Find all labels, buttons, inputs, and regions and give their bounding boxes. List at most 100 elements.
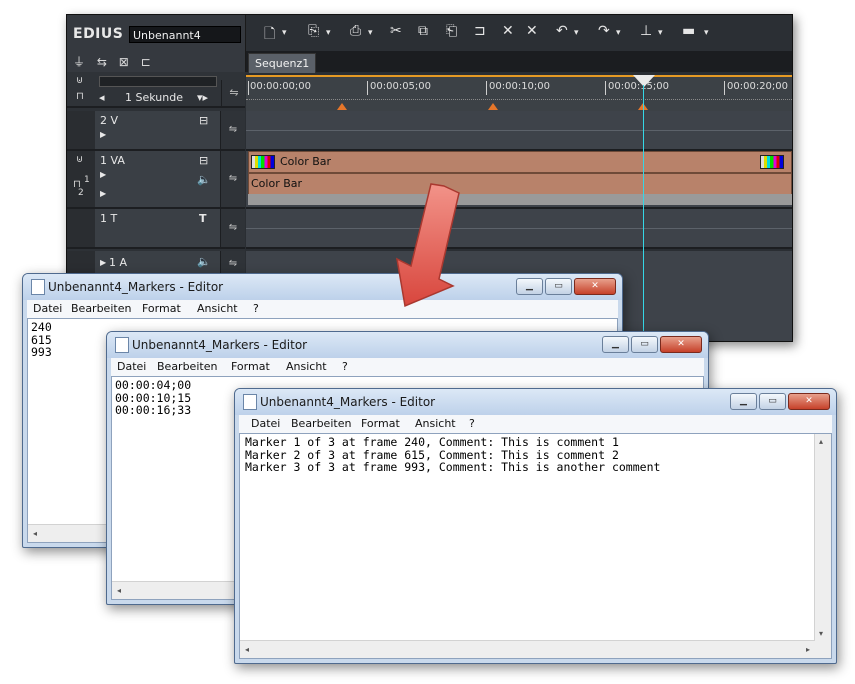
minimize-icon[interactable]: ▁	[730, 393, 757, 410]
chevron-down-icon[interactable]: ▾	[704, 28, 709, 38]
project-name-field[interactable]: Unbenannt4	[129, 26, 241, 43]
chevron-down-icon[interactable]: ▾	[326, 28, 331, 38]
tab-sequence[interactable]: Sequenz1	[248, 53, 317, 73]
file-content[interactable]: Marker 1 of 3 at frame 240, Comment: Thi…	[245, 436, 660, 474]
chevron-down-icon[interactable]: ▾	[658, 28, 663, 38]
chevron-down-icon[interactable]: ▾	[574, 28, 579, 38]
link-icon[interactable]: ⊓	[76, 91, 84, 102]
menu-help[interactable]: ?	[469, 417, 475, 430]
marker-icon-1[interactable]	[337, 103, 347, 110]
maximize-icon[interactable]: ▭	[545, 278, 572, 295]
scroll-left-icon[interactable]: ◂	[117, 586, 121, 595]
patch-icon[interactable]: ⇋	[220, 111, 245, 149]
file-content[interactable]: 00:00:04;00 00:00:10;15 00:00:16;33	[115, 379, 191, 417]
track-head-1va[interactable]: ⊍ ⊓ 1 2 1 VA ▶ ▶ ⊟ 🔈 ⇋	[67, 151, 245, 209]
scroll-left-icon[interactable]: ◂	[33, 529, 37, 538]
marker-icon-2[interactable]	[488, 103, 498, 110]
menu-datei[interactable]: Datei	[251, 417, 280, 430]
menu-bearbeiten[interactable]: Bearbeiten	[157, 360, 217, 373]
menu-help[interactable]: ?	[342, 360, 348, 373]
expand-icon[interactable]: ▶	[100, 189, 106, 198]
speaker-icon[interactable]: 🔈	[197, 255, 211, 268]
cut-icon[interactable]: ✂	[390, 23, 402, 39]
menu-format[interactable]: Format	[142, 302, 181, 315]
paste-icon[interactable]: ⎗	[446, 23, 457, 39]
text-area[interactable]: Marker 1 of 3 at frame 240, Comment: Thi…	[239, 433, 832, 659]
video-icon[interactable]: ⊟	[199, 114, 208, 127]
file-content[interactable]: 240 615 993	[31, 321, 52, 359]
snap-icon[interactable]: ⇋	[221, 80, 246, 106]
open-icon[interactable]: ⎘	[308, 23, 319, 39]
copy-icon[interactable]: ⧉	[418, 23, 428, 39]
mixer-icon[interactable]: ⊠	[119, 55, 129, 69]
sync-icon[interactable]: ⊏	[141, 55, 151, 69]
patch-icon[interactable]: ⇋	[220, 151, 245, 207]
close-icon[interactable]: ✕	[788, 393, 830, 410]
close-icon[interactable]: ✕	[574, 278, 616, 295]
track-lane-1va[interactable]: Color Bar Color Bar	[246, 151, 792, 209]
lock-icon[interactable]: ⊍	[76, 154, 83, 165]
scroll-right-icon[interactable]: ▸	[806, 645, 810, 654]
menu-ansicht[interactable]: Ansicht	[197, 302, 238, 315]
video-icon[interactable]: ⊟	[199, 154, 208, 167]
marker-icon[interactable]: ⊥	[640, 23, 652, 39]
zoom-dropdown-icon[interactable]: ▾▸	[197, 91, 208, 104]
close-icon[interactable]: ✕	[660, 336, 702, 353]
audio-clip[interactable]: Color Bar	[248, 173, 792, 195]
menu-datei[interactable]: Datei	[33, 302, 62, 315]
minimize-icon[interactable]: ▁	[516, 278, 543, 295]
expand-icon[interactable]: ▶	[100, 170, 106, 179]
zoom-left-icon[interactable]: ◂	[99, 91, 105, 104]
title-bar[interactable]: Unbenannt4_Markers - Editor ▁ ▭ ✕	[107, 332, 708, 358]
vertical-scrollbar[interactable]: ▴ ▾	[814, 434, 831, 641]
expand-icon[interactable]: ▶	[100, 130, 106, 139]
scroll-left-icon[interactable]: ◂	[245, 645, 249, 654]
track-lane-2v[interactable]	[246, 111, 792, 151]
zoom-label: 1 Sekunde	[125, 91, 183, 104]
track-head-1t[interactable]: 1 T T ⇋	[67, 209, 245, 249]
menu-format[interactable]: Format	[231, 360, 270, 373]
timeline-ruler[interactable]: 00:00:00;00 00:00:05;00 00:00:10;00 00:0…	[246, 75, 792, 111]
playhead-handle[interactable]	[633, 75, 655, 87]
minimize-icon[interactable]: ▁	[602, 336, 629, 353]
chevron-down-icon[interactable]: ▾	[282, 28, 287, 38]
title-bar[interactable]: Unbenannt4_Markers - Editor ▁ ▭ ✕	[23, 274, 622, 300]
maximize-icon[interactable]: ▭	[631, 336, 658, 353]
title-bar[interactable]: Unbenannt4_Markers - Editor ▁ ▭ ✕	[235, 389, 836, 415]
zoom-slider[interactable]	[99, 76, 217, 87]
ripple-icon[interactable]: ⇆	[97, 55, 107, 69]
title-icon[interactable]: T	[199, 212, 207, 225]
render-icon[interactable]: ▬	[682, 23, 695, 39]
menu-format[interactable]: Format	[361, 417, 400, 430]
undo-icon[interactable]: ↶	[556, 23, 568, 39]
menu-ansicht[interactable]: Ansicht	[286, 360, 327, 373]
save-icon[interactable]: ⎙	[350, 23, 361, 39]
ripple-delete-icon[interactable]: ✕	[526, 23, 538, 39]
menu-ansicht[interactable]: Ansicht	[415, 417, 456, 430]
patch-icon[interactable]: ⇋	[220, 209, 245, 247]
chevron-down-icon[interactable]: ▾	[616, 28, 621, 38]
resize-grip-icon[interactable]	[815, 641, 831, 658]
new-file-icon[interactable]: 🗋	[264, 23, 275, 47]
delete-icon[interactable]: ✕	[502, 23, 514, 39]
maximize-icon[interactable]: ▭	[759, 393, 786, 410]
menu-bearbeiten[interactable]: Bearbeiten	[71, 302, 131, 315]
window-title: Unbenannt4_Markers - Editor	[48, 280, 224, 294]
horizontal-scrollbar[interactable]: ◂ ▸	[240, 640, 815, 658]
redo-icon[interactable]: ↷	[598, 23, 610, 39]
menu-datei[interactable]: Datei	[117, 360, 146, 373]
scroll-down-icon[interactable]: ▾	[819, 629, 823, 638]
add-track-icon[interactable]: ⏚	[73, 53, 85, 70]
menu-help[interactable]: ?	[253, 302, 259, 315]
chevron-down-icon[interactable]: ▾	[368, 28, 373, 38]
timecode-0: 00:00:00;00	[250, 81, 312, 92]
menu-bearbeiten[interactable]: Bearbeiten	[291, 417, 351, 430]
speaker-icon[interactable]: 🔈	[197, 173, 211, 186]
video-clip[interactable]: Color Bar	[248, 151, 792, 173]
expand-icon[interactable]: ▶	[100, 258, 106, 267]
track-head-2v[interactable]: 2 V ▶ ⊟ ⇋	[67, 111, 245, 151]
scroll-up-icon[interactable]: ▴	[819, 437, 823, 446]
replace-icon[interactable]: ⊐	[474, 23, 486, 39]
track-lane-1t[interactable]	[246, 209, 792, 249]
lock-icon[interactable]: ⊍	[76, 75, 83, 86]
